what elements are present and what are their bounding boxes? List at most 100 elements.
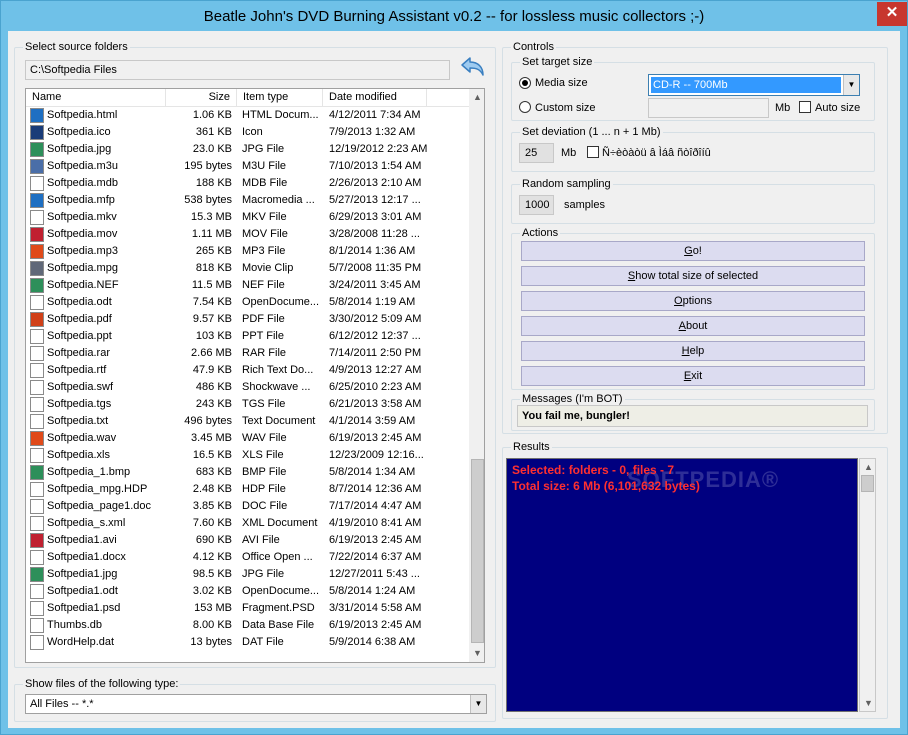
image-icon	[30, 465, 44, 480]
file-name: Softpedia.rar	[47, 347, 110, 359]
chevron-down-icon[interactable]: ▼	[470, 695, 486, 713]
image-icon	[30, 278, 44, 293]
file-type: PPT File	[242, 330, 284, 342]
go-button[interactable]: Go!	[521, 241, 865, 261]
results-scrollbar[interactable]: ▲ ▼	[859, 458, 876, 712]
file-list[interactable]: Name Size Item type Date modified Softpe…	[25, 88, 485, 663]
file-icon	[30, 210, 44, 225]
file-type: Macromedia ...	[242, 194, 315, 206]
table-row[interactable]: Softpedia.rar 2.66 MB RAR File 7/14/2011 2:…	[26, 345, 470, 362]
file-name: Softpedia.txt	[47, 415, 109, 427]
table-row[interactable]: Softpedia1.jpg 98.5 KB JPG File 12/27/2011 …	[26, 566, 470, 583]
close-button[interactable]: ✕	[877, 2, 907, 26]
table-row[interactable]: Softpedia.mfp 538 bytes Macromedia ... 5/27…	[26, 192, 470, 209]
column-header-type[interactable]: Item type	[237, 89, 323, 107]
table-row[interactable]: Softpedia_1.bmp 683 KB BMP File 5/8/2014 1:…	[26, 464, 470, 481]
table-row[interactable]: Softpedia1.psd 153 MB Fragment.PSD 3/31/201…	[26, 600, 470, 617]
table-row[interactable]: Softpedia.txt 496 bytes Text Document 4/1/2…	[26, 413, 470, 430]
chevron-down-icon[interactable]: ▼	[843, 75, 859, 95]
table-row[interactable]: Softpedia.mdb 188 KB MDB File 2/26/2013 2:1…	[26, 175, 470, 192]
file-size: 98.5 KB	[192, 568, 232, 580]
table-row[interactable]: Softpedia.swf 486 KB Shockwave ... 6/25/201…	[26, 379, 470, 396]
exit-button[interactable]: Exit	[521, 366, 865, 386]
table-row[interactable]: Softpedia_mpg.HDP 2.48 KB HDP File 8/7/2014…	[26, 481, 470, 498]
table-row[interactable]: Softpedia.mpg 818 KB Movie Clip 5/7/2008 11…	[26, 260, 470, 277]
table-row[interactable]: Softpedia.ppt 103 KB PPT File 6/12/2012 12:…	[26, 328, 470, 345]
table-row[interactable]: Softpedia1.odt 3.02 KB OpenDocume... 5/8/20…	[26, 583, 470, 600]
back-arrow-icon[interactable]	[459, 55, 487, 79]
column-header-date[interactable]: Date modified	[323, 89, 427, 107]
table-row[interactable]: Softpedia.xls 16.5 KB XLS File 12/23/2009 1…	[26, 447, 470, 464]
file-name: Softpedia.m3u	[47, 160, 118, 172]
scroll-up-icon[interactable]: ▲	[469, 89, 484, 106]
file-type-select[interactable]: All Files -- *.* ▼	[25, 694, 487, 714]
table-row[interactable]: Softpedia.mp3 265 KB MP3 File 8/1/2014 1:36…	[26, 243, 470, 260]
file-date: 6/25/2010 2:23 AM	[329, 381, 422, 393]
table-row[interactable]: Softpedia.pdf 9.57 KB PDF File 3/30/2012 5:…	[26, 311, 470, 328]
file-type: HDP File	[242, 483, 286, 495]
table-row[interactable]: Softpedia_page1.doc 3.85 KB DOC File 7/17/2…	[26, 498, 470, 515]
file-name: Softpedia.odt	[47, 296, 112, 308]
table-row[interactable]: Thumbs.db 8.00 KB Data Base File 6/19/2013 …	[26, 617, 470, 634]
table-row[interactable]: Softpedia.rtf 47.9 KB Rich Text Do... 4/9/2…	[26, 362, 470, 379]
file-type: RAR File	[242, 347, 287, 359]
file-name: Softpedia_mpg.HDP	[47, 483, 148, 495]
media-size-select[interactable]: CD-R -- 700Mb ▼	[648, 74, 860, 96]
deviation-input[interactable]: 25	[519, 143, 554, 163]
file-date: 7/22/2014 6:37 AM	[329, 551, 422, 563]
show-total-size-of-selected-button[interactable]: Show total size of selected	[521, 266, 865, 286]
sampling-input[interactable]: 1000	[519, 195, 554, 215]
file-list-scrollbar[interactable]: ▲ ▼	[469, 89, 484, 662]
column-header-name[interactable]: Name	[26, 89, 166, 107]
auto-size-checkbox[interactable]	[799, 101, 811, 113]
table-row[interactable]: Softpedia.ico 361 KB Icon 7/9/2013 1:32 AM	[26, 124, 470, 141]
table-row[interactable]: Softpedia.html 1.06 KB HTML Docum... 4/12/2…	[26, 107, 470, 124]
table-row[interactable]: Softpedia.odt 7.54 KB OpenDocume... 5/8/201…	[26, 294, 470, 311]
table-row[interactable]: Softpedia_s.xml 7.60 KB XML Document 4/19/2…	[26, 515, 470, 532]
file-size: 3.85 KB	[192, 500, 232, 512]
scroll-down-icon[interactable]: ▼	[860, 695, 877, 712]
help-button[interactable]: Help	[521, 341, 865, 361]
button-mnemonic: O	[674, 295, 683, 307]
source-path-field[interactable]: C:\Softpedia Files	[25, 60, 450, 80]
file-name: WordHelp.dat	[47, 636, 115, 648]
scroll-thumb[interactable]	[861, 475, 874, 492]
media-size-radio[interactable]	[519, 77, 531, 89]
scroll-thumb[interactable]	[471, 459, 484, 643]
file-size: 1.11 MB	[191, 228, 232, 240]
file-type: DAT File	[242, 636, 284, 648]
file-size: 195 bytes	[184, 160, 232, 172]
table-row[interactable]: Softpedia.mov 1.11 MB MOV File 3/28/2008 11…	[26, 226, 470, 243]
button-label: o!	[692, 245, 702, 257]
scroll-up-icon[interactable]: ▲	[860, 459, 877, 476]
title-bar[interactable]: Beatle John's DVD Burning Assistant v0.2…	[1, 1, 907, 31]
table-row[interactable]: Softpedia.m3u 195 bytes M3U File 7/10/2013 …	[26, 158, 470, 175]
deviation-checkbox[interactable]	[587, 146, 599, 158]
file-date: 7/10/2013 1:54 AM	[329, 160, 422, 172]
file-size: 4.12 KB	[192, 551, 232, 563]
table-row[interactable]: Softpedia.wav 3.45 MB WAV File 6/19/2013 2:…	[26, 430, 470, 447]
file-date: 7/14/2011 2:50 PM	[329, 347, 422, 359]
gear-file-icon	[30, 618, 44, 633]
file-icon	[30, 635, 44, 650]
scroll-down-icon[interactable]: ▼	[469, 645, 484, 662]
button-label: bout	[685, 320, 708, 332]
custom-size-radio[interactable]	[519, 101, 531, 113]
ico-icon	[30, 125, 44, 140]
table-row[interactable]: Softpedia.jpg 23.0 KB JPG File 12/19/2012 2…	[26, 141, 470, 158]
table-row[interactable]: Softpedia1.docx 4.12 KB Office Open ... 7/2…	[26, 549, 470, 566]
column-header-size[interactable]: Size	[166, 89, 237, 107]
custom-size-input[interactable]	[648, 98, 769, 118]
options-button[interactable]: Options	[521, 291, 865, 311]
file-type: Icon	[242, 126, 263, 138]
table-row[interactable]: Softpedia1.avi 690 KB AVI File 6/19/2013 2:…	[26, 532, 470, 549]
table-row[interactable]: Softpedia.tgs 243 KB TGS File 6/21/2013 3:5…	[26, 396, 470, 413]
file-type: Rich Text Do...	[242, 364, 314, 376]
file-name: Softpedia.NEF	[47, 279, 119, 291]
table-row[interactable]: WordHelp.dat 13 bytes DAT File 5/9/2014 6:3…	[26, 634, 470, 651]
file-date: 6/19/2013 2:45 AM	[329, 534, 422, 546]
results-panel[interactable]: SOFTPEDIA® Selected: folders - 0, files …	[506, 458, 858, 712]
table-row[interactable]: Softpedia.NEF 11.5 MB NEF File 3/24/2011 3:…	[26, 277, 470, 294]
about-button[interactable]: About	[521, 316, 865, 336]
table-row[interactable]: Softpedia.mkv 15.3 MB MKV File 6/29/2013 3:…	[26, 209, 470, 226]
